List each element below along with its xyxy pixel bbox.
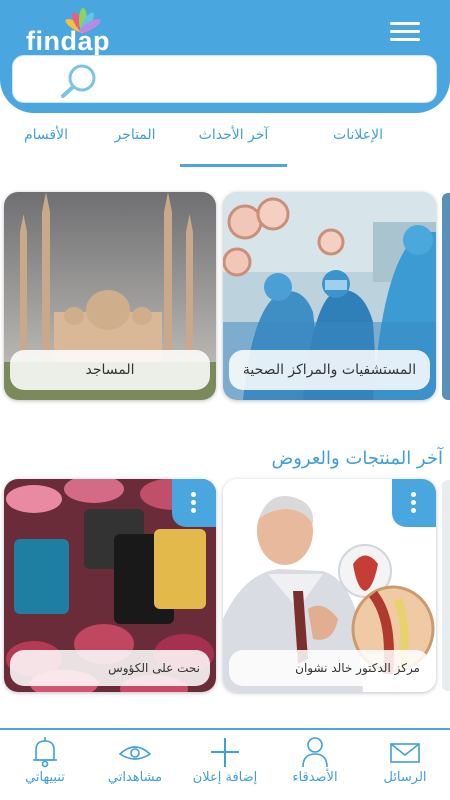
eye-icon [118, 746, 152, 760]
findap-logo: findap [26, 6, 116, 56]
product-label: مركز الدكتور خالد نشوان [229, 650, 430, 686]
tab-label: المتاجر [114, 127, 156, 143]
hamburger-menu-icon[interactable] [390, 22, 420, 44]
nav-label: تنبيهاتي [25, 770, 65, 785]
nav-messages[interactable]: الرسائل [360, 730, 450, 800]
category-card-hospitals[interactable]: المستشفيات والمراكز الصحية [223, 192, 436, 400]
bottom-navigation: الرسائل الأصدقاء إضافة إعلان مشاهداتي تن… [0, 728, 450, 800]
plus-icon [211, 738, 239, 767]
nav-friends[interactable]: الأصدقاء [270, 730, 360, 800]
product-card-doctor-center[interactable]: مركز الدكتور خالد نشوان [223, 479, 436, 692]
tab-label: الإعلانات [333, 127, 383, 143]
logo-text: findap [26, 26, 110, 56]
search-bar[interactable] [12, 55, 437, 103]
next-card-peek [442, 193, 450, 400]
tab-latest-events[interactable]: آخر الأحداث [180, 125, 287, 167]
category-label: المساجد [10, 350, 210, 390]
more-vertical-icon[interactable] [392, 479, 436, 527]
nav-label: الرسائل [383, 770, 427, 785]
app-header: findap [0, 0, 450, 113]
tab-ads[interactable]: الإعلانات [318, 125, 398, 167]
tab-label: الأقسام [24, 127, 68, 143]
tab-label: آخر الأحداث [198, 127, 269, 143]
category-label: المستشفيات والمراكز الصحية [229, 350, 430, 390]
bell-icon [33, 737, 57, 768]
category-card-mosques[interactable]: المساجد [4, 192, 216, 400]
section-title: آخر المنتجات والعروض [271, 448, 443, 469]
product-label: نحت على الكؤوس [10, 650, 210, 686]
nav-notifications[interactable]: تنبيهاتي [0, 730, 90, 800]
envelope-icon [390, 743, 420, 763]
nav-add-ad[interactable]: إضافة إعلان [180, 730, 270, 800]
nav-label: إضافة إعلان [192, 770, 258, 785]
person-icon [302, 737, 328, 768]
search-icon[interactable] [59, 63, 99, 99]
tab-sections[interactable]: الأقسام [12, 125, 80, 167]
nav-my-views[interactable]: مشاهداتي [90, 730, 180, 800]
nav-label: مشاهداتي [107, 770, 163, 785]
tab-bar: الإعلانات آخر الأحداث المتاجر الأقسام [0, 113, 450, 168]
tab-stores[interactable]: المتاجر [100, 125, 170, 167]
more-vertical-icon[interactable] [172, 479, 216, 527]
nav-label: الأصدقاء [292, 770, 338, 785]
next-card-peek [442, 480, 450, 691]
search-input[interactable] [113, 64, 423, 96]
product-card-engraved-mugs[interactable]: نحت على الكؤوس [4, 479, 216, 692]
